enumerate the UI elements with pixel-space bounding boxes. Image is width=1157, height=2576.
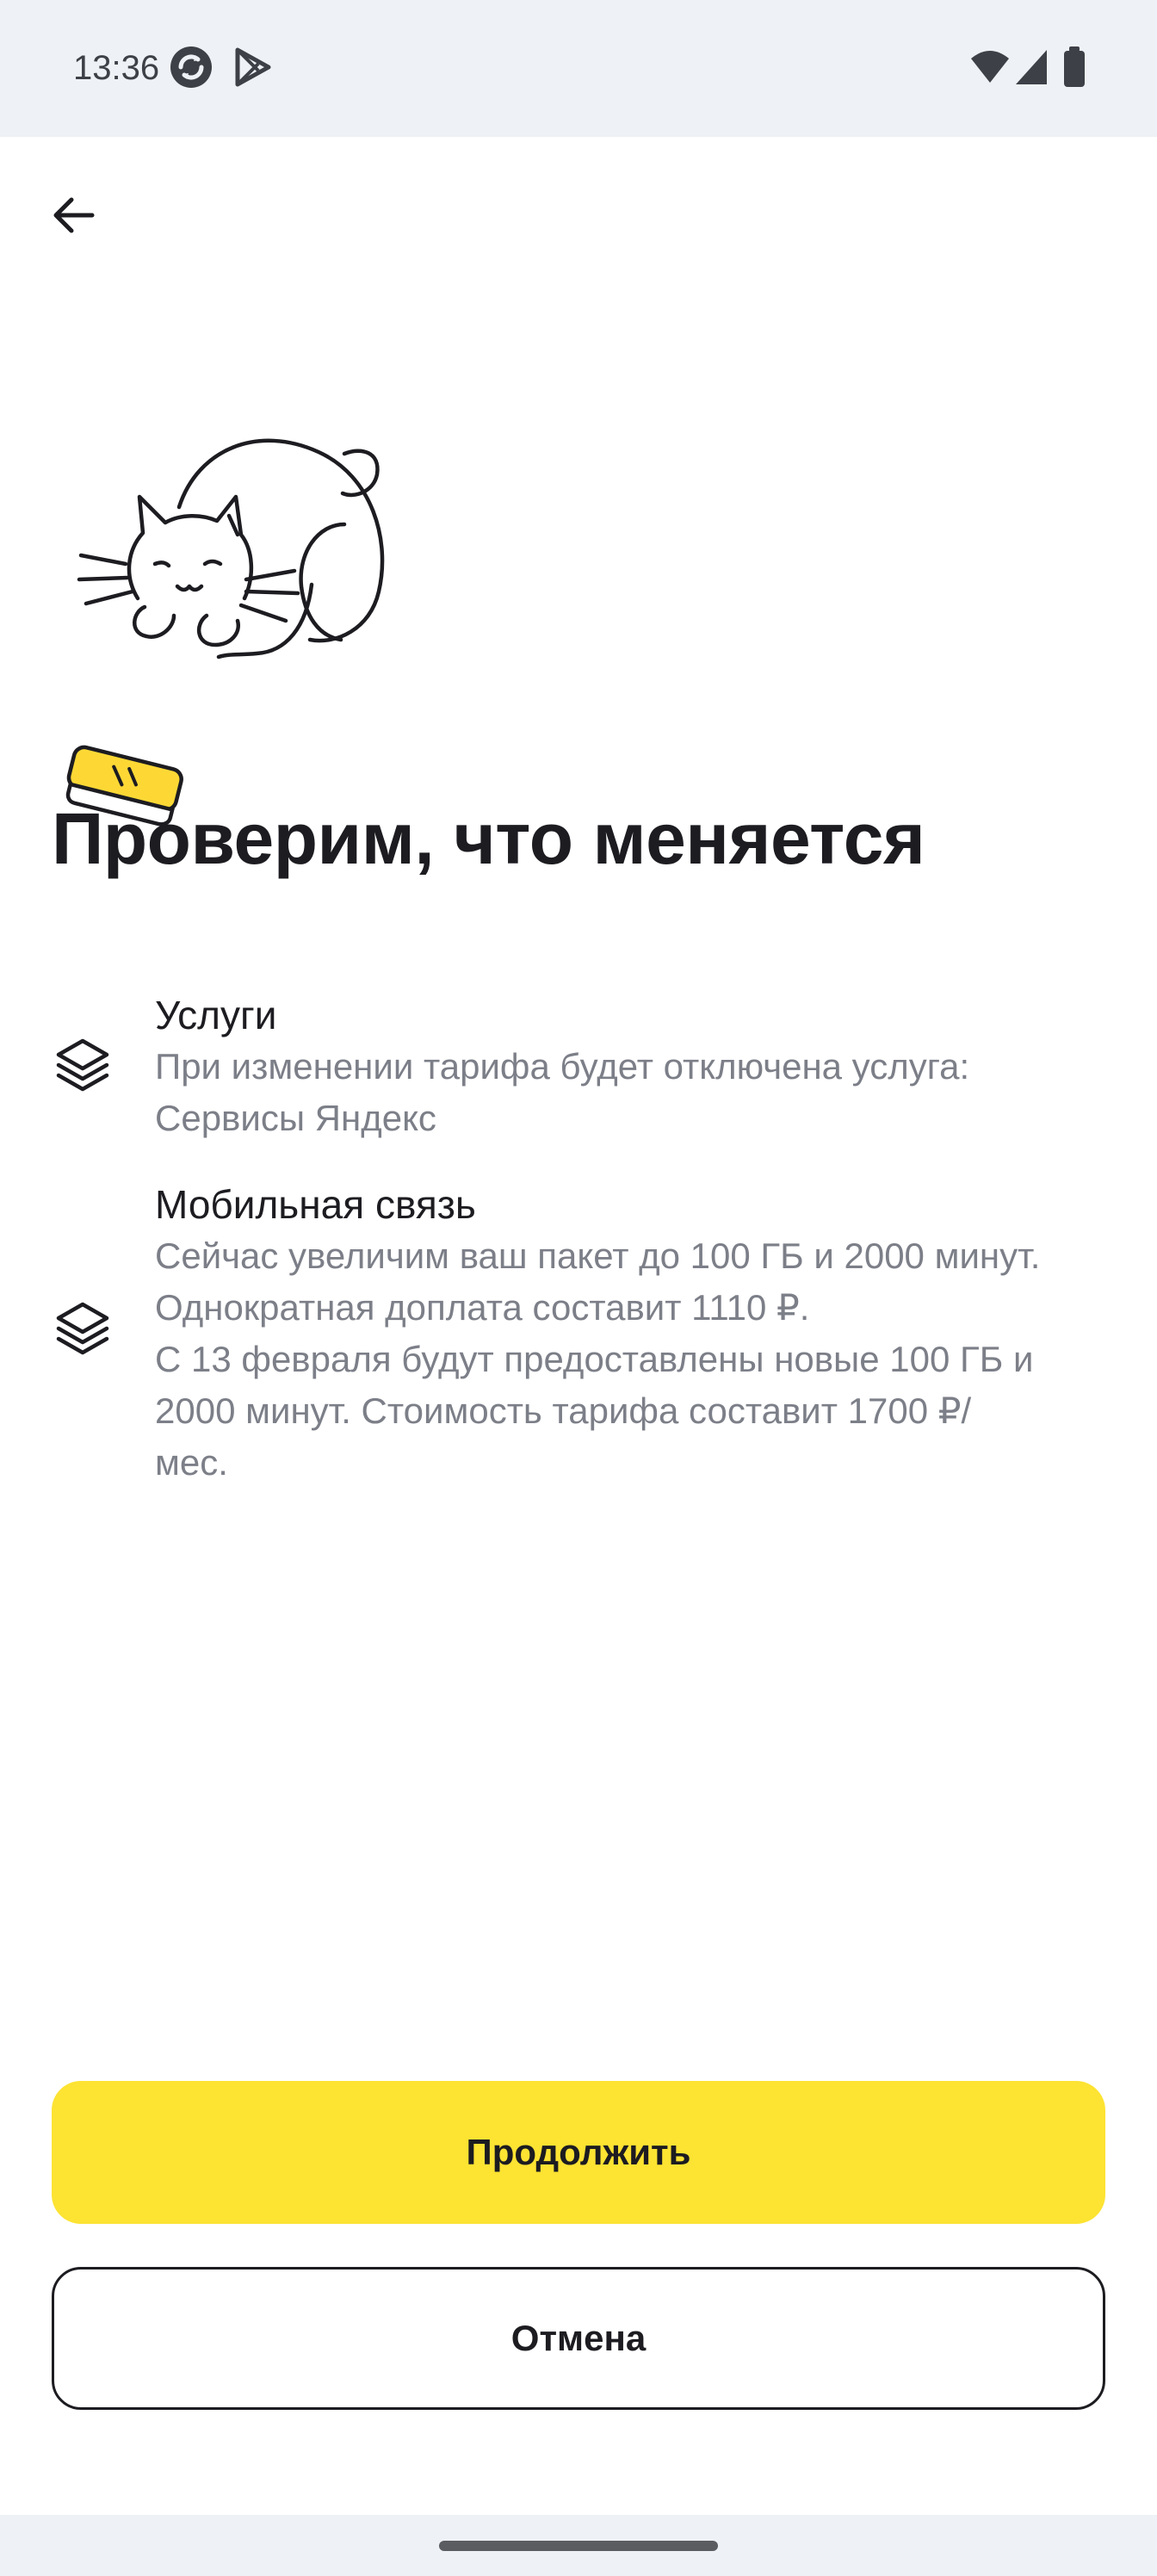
layers-icon [52,1297,114,1359]
wifi-icon [969,46,1011,88]
battery-icon [1062,46,1086,88]
back-button[interactable] [34,176,112,254]
status-time: 13:36 [73,49,160,87]
tariff-change-screen: Проверим, что меняется Услуги При измене… [0,137,1157,2515]
change-item-heading: Мобильная связь [155,1182,476,1227]
arrow-left-icon [53,197,95,233]
layers-icon [52,1034,114,1096]
continue-button[interactable]: Продолжить [52,2081,1105,2224]
change-item-description-line: С 13 февраля будут предоставлены новые 1… [155,1339,1034,1379]
change-item-heading: Услуги [155,993,277,1037]
page-title: Проверим, что меняется [52,798,925,879]
change-item-description-line: 2000 минут. Стоимость тарифа составит 17… [155,1390,972,1431]
signal-icon [1014,46,1049,88]
play-store-icon [231,45,275,90]
change-item-description-line: Однократная доплата составит 1110 ₽. [155,1287,810,1328]
change-item-description-line: Сейчас увеличим ваш пакет до 100 ГБ и 20… [155,1235,1041,1276]
change-item-description-line: Сервисы Яндекс [155,1098,436,1138]
cancel-button[interactable]: Отмена [52,2267,1105,2410]
home-gesture-handle[interactable] [439,2541,718,2551]
sync-app-icon [169,45,213,90]
system-navigation-bar [0,2515,1157,2576]
change-item-description-line: мес. [155,1442,228,1483]
status-bar: 13:36 [0,0,1157,137]
change-item-description-line: При изменении тарифа будет отключена усл… [155,1046,970,1087]
